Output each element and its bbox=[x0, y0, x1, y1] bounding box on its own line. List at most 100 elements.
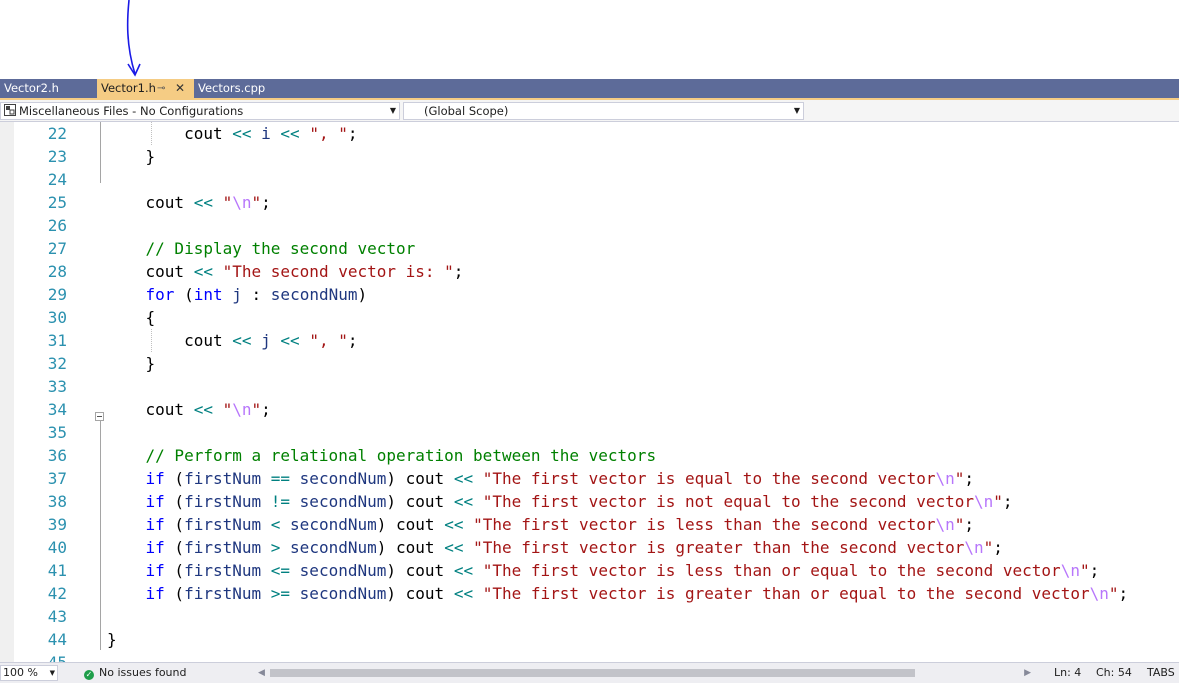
code-token: j bbox=[232, 285, 242, 304]
tab-mode-indicator[interactable]: TABS bbox=[1147, 665, 1175, 681]
close-tab-icon[interactable]: ✕ bbox=[175, 79, 185, 98]
code-token: for bbox=[107, 285, 175, 304]
project-dropdown[interactable]: Miscellaneous Files - No Configurations … bbox=[0, 102, 400, 120]
tab-vector2-h[interactable]: Vector2.h bbox=[0, 79, 97, 98]
line-number: 25 bbox=[47, 193, 67, 212]
code-text: if (firstNum < secondNum) cout << "The f… bbox=[107, 513, 974, 536]
code-token: \n bbox=[935, 515, 955, 534]
tab-label: Vectors.cpp bbox=[198, 81, 266, 95]
code-token: << bbox=[453, 492, 474, 511]
code-token: ( bbox=[164, 561, 185, 580]
code-token: <= bbox=[270, 561, 291, 580]
code-token: < bbox=[270, 515, 281, 534]
code-text: } bbox=[107, 352, 156, 375]
code-token: "The first vector is greater than the se… bbox=[473, 538, 965, 557]
code-token: ) cout bbox=[386, 469, 454, 488]
code-token: ; bbox=[993, 538, 1003, 557]
code-token: secondNum bbox=[290, 515, 377, 534]
code-token: secondNum bbox=[299, 584, 387, 603]
code-token: if bbox=[107, 469, 165, 488]
code-token: << bbox=[280, 331, 300, 350]
scroll-right-icon[interactable]: ▶ bbox=[1024, 667, 1031, 679]
code-text: cout << "\n"; bbox=[107, 191, 271, 214]
code-token: ( bbox=[164, 469, 185, 488]
code-token: ; bbox=[347, 124, 358, 143]
code-token: != bbox=[270, 492, 291, 511]
line-number: 32 bbox=[47, 354, 67, 373]
code-token: << bbox=[453, 584, 474, 603]
tab-vector1-h[interactable]: Vector1.h ⊸ ✕ bbox=[97, 79, 194, 98]
scrollbar-thumb[interactable] bbox=[270, 669, 915, 677]
char-indicator[interactable]: Ch: 54 bbox=[1096, 665, 1132, 681]
code-token: ; bbox=[964, 469, 975, 488]
line-number: 40 bbox=[47, 538, 67, 557]
zoom-level: 100 % bbox=[3, 666, 38, 679]
code-line: 27 // Display the second vector bbox=[0, 237, 1179, 260]
chevron-down-icon: ▼ bbox=[793, 106, 800, 115]
code-token: "The first vector is less than or equal … bbox=[482, 561, 1061, 580]
code-line: 42 if (firstNum >= secondNum) cout << "T… bbox=[0, 582, 1179, 605]
code-token: ; bbox=[1002, 492, 1013, 511]
code-token: ( bbox=[164, 538, 185, 557]
code-token: << bbox=[232, 331, 252, 350]
line-number: 28 bbox=[47, 262, 67, 281]
issues-indicator[interactable]: ✓ No issues found bbox=[84, 665, 186, 681]
code-text: if (firstNum <= secondNum) cout << "The … bbox=[107, 559, 1100, 582]
code-token: << bbox=[193, 193, 213, 212]
code-editor[interactable]: 22 cout << i << ", "; 23 } 24 25 cout << "\… bbox=[0, 122, 1179, 662]
scope-dropdown[interactable]: (Global Scope) ▼ bbox=[403, 102, 804, 120]
code-text: cout << i << ", "; bbox=[107, 122, 358, 145]
tab-vectors-cpp[interactable]: Vectors.cpp bbox=[194, 79, 284, 98]
code-token: ; bbox=[261, 193, 271, 212]
code-token: " bbox=[222, 400, 233, 419]
code-token: firstNum bbox=[184, 538, 262, 557]
code-line: 32 } bbox=[0, 352, 1179, 375]
code-token: \n bbox=[232, 400, 252, 419]
scope-dropdown-value: (Global Scope) bbox=[424, 104, 509, 118]
code-token: ( bbox=[164, 584, 185, 603]
code-token: << bbox=[193, 400, 213, 419]
line-indicator[interactable]: Ln: 4 bbox=[1054, 665, 1081, 681]
horizontal-scrollbar[interactable]: ◀ ▶ bbox=[258, 667, 1031, 679]
code-token: \n bbox=[974, 492, 994, 511]
scroll-left-icon[interactable]: ◀ bbox=[258, 667, 265, 679]
code-token: i bbox=[261, 124, 271, 143]
code-token: // Perform a relational operation betwee… bbox=[107, 446, 657, 465]
code-line: 33 bbox=[0, 375, 1179, 398]
line-number: 35 bbox=[47, 423, 67, 442]
code-token: >= bbox=[270, 584, 291, 603]
line-number: 37 bbox=[47, 469, 67, 488]
code-token: "The first vector is less than the secon… bbox=[473, 515, 936, 534]
line-number: 43 bbox=[47, 607, 67, 626]
zoom-dropdown[interactable]: 100 % ▼ bbox=[0, 665, 58, 681]
code-token: firstNum bbox=[184, 515, 262, 534]
code-line: 35 bbox=[0, 421, 1179, 444]
code-line: 28 cout << "The second vector is: "; bbox=[0, 260, 1179, 283]
code-text: if (firstNum == secondNum) cout << "The … bbox=[107, 467, 974, 490]
code-line: 45 bbox=[0, 651, 1179, 662]
pin-icon[interactable]: ⊸ bbox=[157, 79, 165, 98]
status-bar: 100 % ▼ ✓ No issues found ◀ ▶ Ln: 4 Ch: 5… bbox=[0, 662, 1179, 683]
code-line: 31 cout << j << ", "; bbox=[0, 329, 1179, 352]
code-token: if bbox=[107, 515, 165, 534]
code-token: secondNum bbox=[299, 492, 387, 511]
code-token: << bbox=[444, 515, 464, 534]
line-number: 39 bbox=[47, 515, 67, 534]
code-token: firstNum bbox=[184, 561, 262, 580]
code-token: " bbox=[983, 538, 994, 557]
code-text: } bbox=[107, 145, 156, 168]
code-token: if bbox=[107, 492, 165, 511]
code-token: == bbox=[270, 469, 291, 488]
